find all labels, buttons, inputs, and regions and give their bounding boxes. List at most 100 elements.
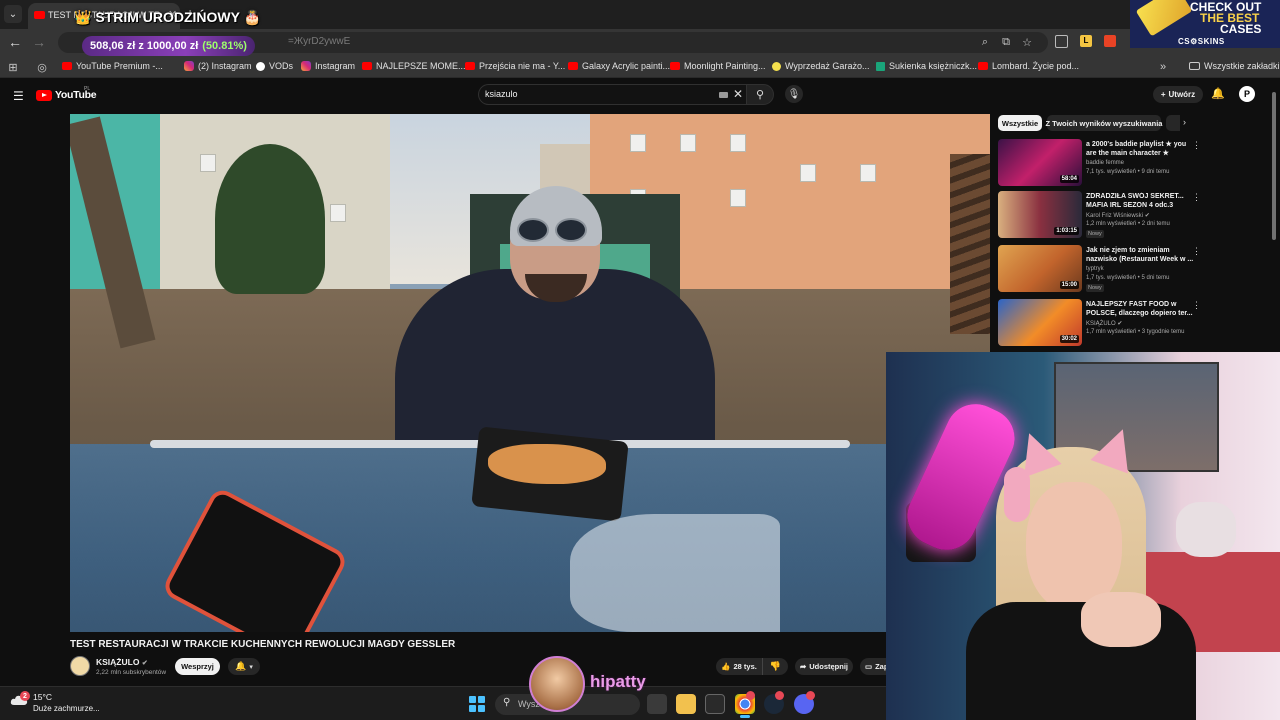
thumbs-down-icon: 👎 <box>769 661 782 671</box>
bookmark-item[interactable]: YouTube Premium -... <box>62 61 163 71</box>
bookmark-item[interactable]: Sukienka księżniczk... <box>876 61 977 71</box>
tab-strip: ⌄ TEST RESTAURACJI W TRAKCIE ✕ + 👑 STRIM… <box>0 0 1280 29</box>
video-scene-bench <box>950 154 990 334</box>
search-button[interactable]: ⚲ <box>746 84 774 105</box>
recommendation-channel: baddie femme <box>1086 160 1125 166</box>
zoom-icon[interactable]: ⌕ <box>978 35 992 49</box>
bookmark-item[interactable]: Moonlight Painting... <box>670 61 766 71</box>
back-arrow-icon[interactable]: ← <box>8 34 22 50</box>
channel-name[interactable]: KSIĄŻULO ✔ <box>96 657 148 667</box>
video-duration: 58:04 <box>1059 175 1079 183</box>
webcam-streamer-hands <box>1081 592 1161 647</box>
more-vert-icon[interactable]: ⋮ <box>1192 246 1201 257</box>
streamer-avatar <box>529 656 585 712</box>
screen: ⌄ TEST RESTAURACJI W TRAKCIE ✕ + 👑 STRIM… <box>0 0 1280 720</box>
search-icon: ⚲ <box>755 89 765 101</box>
notification-dot <box>775 691 784 700</box>
recommendation-title: NAJLEPSZY FAST FOOD w POLSCE, dlaczego d… <box>1086 301 1193 317</box>
video-goggles <box>555 218 587 242</box>
video-plastic-bag <box>570 514 780 632</box>
weather-temperature[interactable]: 15°C <box>33 692 52 702</box>
active-app-indicator <box>740 715 750 718</box>
support-button[interactable]: Wesprzyj <box>175 658 220 675</box>
recommendation-item[interactable]: 15:00 Jak nie zjem to zmieniam nazwisko … <box>998 245 1273 295</box>
recommendation-item[interactable]: 30:02 NAJLEPSZY FAST FOOD w POLSCE, dlac… <box>998 299 1273 349</box>
recommendation-thumbnail[interactable]: 58:04 <box>998 139 1082 186</box>
voice-search-button[interactable]: 🎙 <box>785 85 803 103</box>
windows-start-icon[interactable] <box>469 696 485 712</box>
clear-search-icon[interactable]: ✕ <box>733 87 743 101</box>
forward-arrow-icon[interactable]: → <box>32 34 46 50</box>
bookmark-item[interactable]: Galaxy Acrylic painti... <box>568 61 670 71</box>
weather-condition[interactable]: Duże zachmurze... <box>33 704 100 713</box>
recommendation-title: ZDRADZIŁA SWÓJ SEKRET... MAFIA IRL SEZON… <box>1086 193 1184 209</box>
recommendation-thumbnail[interactable]: 1:03:15 <box>998 191 1082 238</box>
folder-icon <box>1189 62 1200 70</box>
chrome-web-icon[interactable]: ◎ <box>35 60 49 74</box>
plus-icon: + <box>1160 90 1166 99</box>
recommendation-item[interactable]: 58:04 a 2000's baddie playlist ★ you are… <box>998 139 1273 189</box>
video-scene-window <box>200 154 216 172</box>
subscription-bell-button[interactable]: 🔔 ▾ <box>228 658 260 675</box>
youtube-icon <box>465 62 475 70</box>
region-code: PL <box>84 86 91 92</box>
file-explorer-icon[interactable] <box>676 694 696 714</box>
video-scene-window <box>630 134 646 152</box>
dislike-button[interactable]: 👎 <box>762 658 788 675</box>
webcam-headset <box>1004 467 1030 522</box>
more-vert-icon[interactable]: ⋮ <box>1192 140 1201 151</box>
extension-red-icon[interactable] <box>1104 35 1116 47</box>
bookmark-item[interactable]: (2) Instagram <box>184 61 252 71</box>
keyboard-icon[interactable] <box>719 92 728 98</box>
bookmark-item[interactable]: Wyprzedaż Garażo... <box>772 61 869 71</box>
channel-avatar[interactable] <box>70 656 90 676</box>
recommendation-title: a 2000's baddie playlist ★ you are the m… <box>1086 141 1187 157</box>
recommendation-thumbnail[interactable]: 30:02 <box>998 299 1082 346</box>
recommendation-channel: KSIĄŻULO ✔ <box>1086 321 1123 327</box>
task-view-icon[interactable] <box>647 694 667 714</box>
recommendation-title: Jak nie zjem to zmieniam nazwisko (Resta… <box>1086 247 1194 263</box>
recommendation-item[interactable]: 1:03:15 ZDRADZIŁA SWÓJ SEKRET... MAFIA I… <box>998 191 1273 241</box>
streamer-name: hipatty <box>590 672 646 691</box>
recommendation-thumbnail[interactable]: 15:00 <box>998 245 1082 292</box>
create-button[interactable]: + Utwórz <box>1153 86 1203 103</box>
new-badge: Nowy <box>1086 230 1104 238</box>
extension-puzzle-icon[interactable] <box>1055 35 1068 48</box>
bookmark-item[interactable]: NAJLEPSZE MOME... <box>362 61 466 71</box>
search-input[interactable]: ksiazulo ✕ <box>478 84 746 105</box>
chip-all[interactable]: Wszystkie <box>998 115 1042 131</box>
shop-icon <box>772 61 781 71</box>
apps-grid-icon[interactable]: ⊞ <box>6 60 20 74</box>
chip-more[interactable] <box>1166 115 1180 131</box>
video-scene-tree <box>215 144 325 294</box>
recommendation-meta: 1,7 mln wyświetleń • 3 tygodnie temu <box>1086 329 1185 335</box>
recommendation-meta: 1,2 mln wyświetleń • 2 dni temu <box>1086 221 1170 227</box>
chip-from-your-search[interactable]: Z Twoich wyników wyszukiwania <box>1046 115 1162 131</box>
like-button[interactable]: 👍 28 tys. <box>716 658 762 675</box>
bookmark-item[interactable]: Instagram <box>301 61 355 71</box>
chevron-down-icon: ▾ <box>249 663 253 671</box>
scrollbar-thumb[interactable] <box>1272 92 1276 240</box>
notifications-bell-icon[interactable]: 🔔 <box>1211 87 1225 100</box>
extension-yellow-icon[interactable]: L <box>1080 35 1092 47</box>
bookmark-star-icon[interactable]: ☆ <box>1020 35 1034 49</box>
bookmark-item[interactable]: VODs <box>256 61 293 71</box>
more-vert-icon[interactable]: ⋮ <box>1192 300 1201 311</box>
verified-icon: ✔ <box>1144 213 1150 219</box>
vinted-icon <box>876 61 885 71</box>
more-vert-icon[interactable]: ⋮ <box>1192 192 1201 203</box>
tab-search-button[interactable]: ⌄ <box>4 5 22 23</box>
bookmark-item[interactable]: Przejścia nie ma - Y... <box>465 61 565 71</box>
recommendation-meta: 1,7 tys. wyświetleń • 5 dni temu <box>1086 275 1170 281</box>
cast-icon[interactable]: ⧉ <box>999 35 1013 49</box>
all-bookmarks-folder[interactable]: Wszystkie zakładki <box>1189 61 1280 71</box>
bookmark-item[interactable]: Lombard. Życie pod... <box>978 61 1079 71</box>
account-avatar[interactable]: P <box>1239 86 1255 102</box>
share-button[interactable]: ➦ Udostępnij <box>795 658 853 675</box>
store-icon[interactable] <box>705 694 725 714</box>
chevron-right-icon[interactable]: » <box>1156 60 1170 74</box>
chevron-right-icon[interactable]: › <box>1183 117 1186 127</box>
video-player[interactable] <box>70 114 990 632</box>
notification-dot <box>746 691 755 700</box>
hamburger-menu-icon[interactable]: ☰ <box>13 89 24 103</box>
